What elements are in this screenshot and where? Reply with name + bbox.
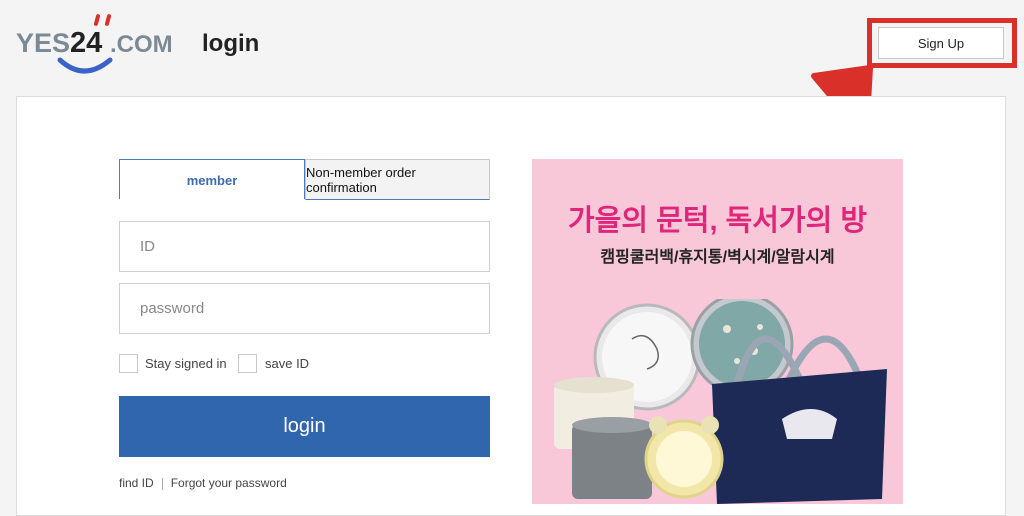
- yes24-logo[interactable]: YES 24 .COM: [14, 10, 194, 80]
- page-title: login: [202, 30, 260, 57]
- logo-yes-text: YES: [16, 28, 70, 58]
- alarm-clock-icon: [644, 416, 724, 499]
- stay-signed-in-checkbox[interactable]: [119, 354, 138, 373]
- login-button[interactable]: login: [119, 396, 490, 457]
- logo-quote-marks: [93, 14, 112, 26]
- login-tabs: member Non-member order confirmation: [119, 159, 490, 200]
- logo-smile-icon: [57, 57, 113, 74]
- stay-signed-in-label[interactable]: Stay signed in: [145, 356, 227, 371]
- header: YES 24 .COM login Sign Up: [0, 0, 1024, 169]
- logo-24-text: 24: [70, 27, 102, 59]
- signup-button[interactable]: Sign Up: [878, 27, 1004, 59]
- account-links: find ID Forgot your password: [119, 476, 287, 490]
- link-divider: [161, 477, 163, 490]
- forgot-password-link[interactable]: Forgot your password: [171, 476, 287, 490]
- banner-title: 가을의 문턱, 독서가의 방: [567, 205, 868, 237]
- tab-nonmember-label: Non-member order confirmation: [306, 164, 416, 195]
- id-input[interactable]: [119, 221, 490, 272]
- tab-nonmember-order[interactable]: Non-member order confirmation: [305, 159, 490, 200]
- banner-product-illustration: [554, 299, 887, 504]
- promo-banner[interactable]: 가을의 문턱, 독서가의 방 캠핑쿨러백/휴지통/벽시계/알람시계: [532, 159, 903, 504]
- tab-member[interactable]: member: [119, 159, 305, 200]
- logo-com-text: .COM: [110, 31, 173, 58]
- tab-member-label: member: [186, 172, 238, 188]
- banner-subtitle: 캠핑쿨러백/휴지통/벽시계/알람시계: [600, 249, 835, 266]
- save-id-label[interactable]: save ID: [265, 356, 309, 371]
- find-id-link[interactable]: find ID: [119, 476, 154, 490]
- password-input[interactable]: [119, 283, 490, 334]
- save-id-checkbox[interactable]: [238, 354, 257, 373]
